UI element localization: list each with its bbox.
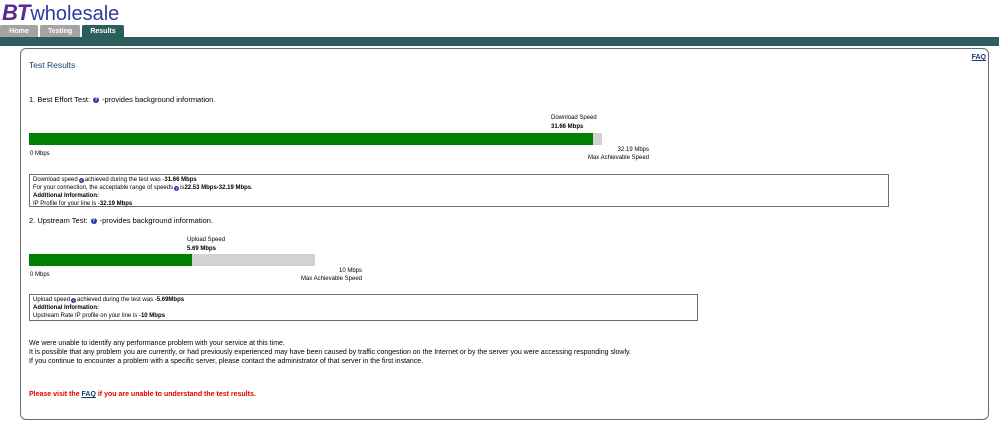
bt-wholesale-logo: BT wholesale [2, 0, 120, 26]
info-icon[interactable]: ? [78, 177, 84, 183]
message-line-3: If you continue to encounter a problem w… [29, 358, 424, 365]
download-max-value: 32.19 Mbps [617, 147, 649, 153]
download-info-line2-a: For your connection, the acceptable rang… [33, 185, 174, 191]
download-speed-track [29, 133, 602, 145]
message-line-2: It is possible that any problem you are … [29, 349, 631, 356]
best-effort-heading-prefix: 1. Best Effort Test: [29, 95, 91, 104]
download-max-caption: Max Achievable Speed [587, 155, 649, 161]
download-info-line2-value: 22.53 Mbps-32.19 Mbps [184, 185, 252, 191]
download-info-line1-value: 31.66 Mbps [164, 177, 197, 183]
upload-info-line1-a: Upload speed [33, 297, 71, 303]
download-min-label: 0 Mbps [30, 151, 50, 157]
download-info-line1-b: achieved during the test was - [84, 177, 165, 183]
upload-info-line3-value: 10 Mbps [140, 313, 165, 319]
faq-link-bottom[interactable]: FAQ [82, 391, 96, 398]
download-info-line4: IP Profile for your line is - 32.19 Mbps [33, 200, 885, 208]
download-info-line1-a: Download speed [33, 177, 78, 183]
upload-info-line3-a: Upstream Rate IP profile on your line is… [33, 313, 141, 319]
faq-note: Please visit the FAQ if you are unable t… [29, 391, 256, 398]
page-title: Test Results [29, 60, 76, 70]
nav-strip [0, 37, 999, 46]
upstream-heading-suffix: -provides background information. [99, 216, 214, 225]
info-icon[interactable]: ? [71, 297, 77, 303]
upload-info-line1-b: achieved during the test was - [77, 297, 157, 303]
logo-bt: BT [2, 0, 30, 25]
download-info-box: Download speed ? achieved during the tes… [29, 174, 889, 207]
download-info-line4-a: IP Profile for your line is - [33, 201, 100, 207]
upstream-heading-prefix: 2. Upstream Test: [29, 216, 88, 225]
download-speed-caption: Download Speed [551, 115, 597, 121]
upload-info-box: Upload speed ? achieved during the test … [29, 294, 698, 321]
tab-home[interactable]: Home [0, 25, 38, 37]
upload-max-value: 10 Mbps [338, 268, 362, 274]
upload-min-label: 0 Mbps [30, 272, 50, 278]
download-info-line4-value: 32.19 Mbps [99, 201, 133, 207]
upload-info-line1-value: 5.69Mbps [156, 297, 185, 303]
upload-info-line2: Additional Information: [33, 305, 99, 311]
upload-speed-caption: Upload Speed [187, 237, 226, 243]
best-effort-heading: 1. Best Effort Test: ? -provides backgro… [29, 95, 215, 104]
info-icon[interactable]: ? [174, 185, 180, 191]
upload-max-caption: Max Achievable Speed [300, 276, 362, 282]
upload-speed-value: 5.69 Mbps [187, 246, 217, 252]
tab-testing[interactable]: Testing [40, 25, 80, 37]
message-line-1: We were unable to identify any performan… [29, 340, 285, 347]
upload-info-line3: Upstream Rate IP profile on your line is… [33, 312, 694, 320]
faq-note-prefix: Please visit the [29, 391, 82, 398]
logo-wholesale: wholesale [30, 3, 120, 25]
faq-note-suffix: if you are unable to understand the test… [95, 391, 256, 398]
upload-info-line1: Upload speed ? achieved during the test … [33, 296, 694, 304]
download-speed-fill [29, 133, 593, 145]
info-icon[interactable]: ? [90, 217, 97, 224]
upstream-heading: 2. Upstream Test: ? -provides background… [29, 216, 213, 225]
download-info-line2: For your connection, the acceptable rang… [33, 184, 885, 192]
best-effort-heading-suffix: -provides background information. [102, 95, 216, 104]
faq-link-top[interactable]: FAQ [972, 54, 986, 61]
upload-speed-track [29, 254, 315, 266]
download-info-line1: Download speed ? achieved during the tes… [33, 176, 885, 184]
download-info-line2-end: . [251, 185, 253, 191]
download-info-line3: Additional Information: [33, 193, 99, 199]
info-icon[interactable]: ? [93, 96, 100, 103]
upload-speed-fill [29, 254, 192, 266]
download-speed-value: 31.66 Mbps [551, 124, 584, 130]
